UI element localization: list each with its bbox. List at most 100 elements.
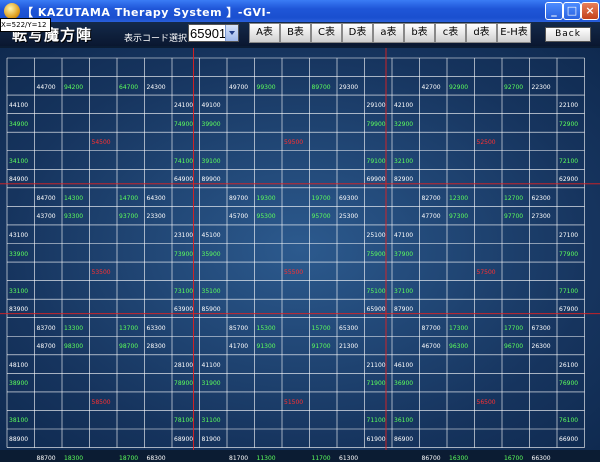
grid-cell-value: 54500 bbox=[91, 139, 111, 147]
grid-cell-value: 33900 bbox=[9, 250, 29, 258]
grid-cell-value: 72100 bbox=[559, 157, 579, 165]
grid-cell-value: 67900 bbox=[559, 306, 579, 314]
grid-cell-value: 14300 bbox=[64, 194, 84, 202]
grid-cell-value: 28300 bbox=[146, 343, 166, 351]
grid-cell-value: 69900 bbox=[366, 176, 386, 184]
grid-cell-value: 74100 bbox=[174, 157, 194, 165]
grid-cell-value: 49100 bbox=[201, 102, 221, 110]
grid-cell-value: 75900 bbox=[366, 250, 386, 258]
grid-cell-value: 48700 bbox=[36, 343, 56, 351]
grid-cell-value: 36100 bbox=[394, 417, 414, 425]
title-bar[interactable]: 【 KAZUTAMA Therapy System 】-GVI- _ □ × bbox=[0, 0, 600, 22]
grid-cell-value: 25100 bbox=[366, 231, 386, 239]
grid-cell-value: 22100 bbox=[559, 102, 579, 110]
table-button-c-upper[interactable]: C表 bbox=[311, 23, 342, 43]
grid-cell-value: 21300 bbox=[339, 343, 359, 351]
minimize-button[interactable]: _ bbox=[545, 2, 563, 20]
grid-cell-value: 76100 bbox=[559, 417, 579, 425]
code-select-value: 65901 bbox=[190, 26, 227, 41]
app-icon bbox=[4, 3, 20, 19]
grid-cell-value: 81700 bbox=[229, 454, 249, 462]
table-button-d-upper[interactable]: D表 bbox=[342, 23, 373, 43]
grid-cell-value: 93700 bbox=[119, 213, 139, 221]
grid-cell-value: 27300 bbox=[531, 213, 551, 221]
grid-cell-value: 12300 bbox=[449, 194, 469, 202]
grid-cell-value: 92900 bbox=[449, 83, 469, 91]
grid-cell-value: 61300 bbox=[339, 454, 359, 462]
grid-cell-value: 82700 bbox=[421, 194, 441, 202]
back-button[interactable]: Back bbox=[545, 27, 591, 42]
grid-cell-value: 13300 bbox=[64, 324, 84, 332]
grid-cell-value: 63300 bbox=[146, 324, 166, 332]
grid-cell-value: 83700 bbox=[36, 324, 56, 332]
table-button-e-h[interactable]: E-H表 bbox=[497, 23, 531, 43]
grid-cell-value: 85700 bbox=[229, 324, 249, 332]
grid-cell-value: 42700 bbox=[421, 83, 441, 91]
grid-cell-value: 34900 bbox=[9, 120, 29, 128]
grid-cell-value: 78900 bbox=[174, 380, 194, 388]
grid-cell-value: 43100 bbox=[9, 231, 29, 239]
grid-cell-value: 97300 bbox=[449, 213, 469, 221]
grid-cell-value: 26300 bbox=[531, 343, 551, 351]
grid-cell-value: 35100 bbox=[201, 287, 221, 295]
grid-cell-value: 77100 bbox=[559, 287, 579, 295]
grid-cell-value: 86700 bbox=[421, 454, 441, 462]
grid-cell-value: 17700 bbox=[504, 324, 524, 332]
grid-cell-value: 32100 bbox=[394, 157, 414, 165]
grid-cell-value: 47100 bbox=[394, 231, 414, 239]
grid-cell-value: 55500 bbox=[284, 269, 304, 277]
grid-cell-value: 45100 bbox=[201, 231, 221, 239]
table-button-a-upper[interactable]: A表 bbox=[249, 23, 280, 43]
grid-cell-value: 97700 bbox=[504, 213, 524, 221]
grid-cell-value: 39100 bbox=[201, 157, 221, 165]
grid-cell-value: 91700 bbox=[311, 343, 331, 351]
magic-square-grid: 44700 94200 64700 24300 44100 24100 34900 74900… bbox=[0, 48, 600, 462]
grid-cell-value: 82900 bbox=[394, 176, 414, 184]
grid-cell-value: 41100 bbox=[201, 361, 221, 369]
grid-cell-value: 23100 bbox=[174, 231, 194, 239]
grid-cell-value: 88700 bbox=[36, 454, 56, 462]
grid-cell-value: 71100 bbox=[366, 417, 386, 425]
table-button-a-lower[interactable]: a表 bbox=[373, 23, 404, 43]
grid-cell-value: 62900 bbox=[559, 176, 579, 184]
grid-cell-value: 11300 bbox=[256, 454, 276, 462]
table-button-c-lower[interactable]: c表 bbox=[435, 23, 466, 43]
table-button-b-lower[interactable]: b表 bbox=[404, 23, 435, 43]
grid-cell-value: 15700 bbox=[311, 324, 331, 332]
grid-cell-value: 73100 bbox=[174, 287, 194, 295]
grid-cell-value: 88900 bbox=[9, 436, 29, 443]
grid-cell-value: 18700 bbox=[119, 454, 139, 462]
grid-cell-value: 89900 bbox=[201, 176, 221, 184]
grid-cell-value: 73900 bbox=[174, 250, 194, 258]
grid-cell-value: 18300 bbox=[64, 454, 84, 462]
grid-cell-value: 31900 bbox=[201, 380, 221, 388]
maximize-button[interactable]: □ bbox=[563, 2, 581, 20]
grid-cell-value: 65300 bbox=[339, 324, 359, 332]
grid-cell-value: 68300 bbox=[146, 454, 166, 462]
grid-cell-value: 78100 bbox=[174, 417, 194, 425]
grid-cell-value: 98300 bbox=[64, 343, 84, 351]
grid-cell-value: 24100 bbox=[174, 102, 194, 110]
code-select-dropdown[interactable]: 65901 bbox=[188, 24, 239, 42]
grid-cell-value: 87900 bbox=[394, 306, 414, 314]
grid-cell-value: 96700 bbox=[504, 343, 524, 351]
grid-cell-value: 87700 bbox=[421, 324, 441, 332]
table-button-d-lower[interactable]: d表 bbox=[466, 23, 497, 43]
grid-cell-value: 84900 bbox=[9, 176, 29, 184]
grid-cell-value: 76900 bbox=[559, 380, 579, 388]
grid-cell-value: 93300 bbox=[64, 213, 84, 221]
chevron-down-icon[interactable] bbox=[225, 25, 238, 41]
code-select-label: 表示コード選択 bbox=[124, 34, 188, 44]
grid-cell-value: 89700 bbox=[311, 83, 331, 91]
grid-cell-value: 19700 bbox=[311, 194, 331, 202]
grid-cell-value: 17300 bbox=[449, 324, 469, 332]
grid-cell-value: 41700 bbox=[229, 343, 249, 351]
grid-cell-value: 16700 bbox=[504, 454, 524, 462]
table-button-b-upper[interactable]: B表 bbox=[280, 23, 311, 43]
grid-cell-value: 35900 bbox=[201, 250, 221, 258]
grid-cell-value: 98700 bbox=[119, 343, 139, 351]
grid-cell-value: 24300 bbox=[146, 83, 166, 91]
close-button[interactable]: × bbox=[581, 2, 599, 20]
grid-cell-value: 31100 bbox=[201, 417, 221, 425]
grid-lines bbox=[0, 48, 600, 450]
